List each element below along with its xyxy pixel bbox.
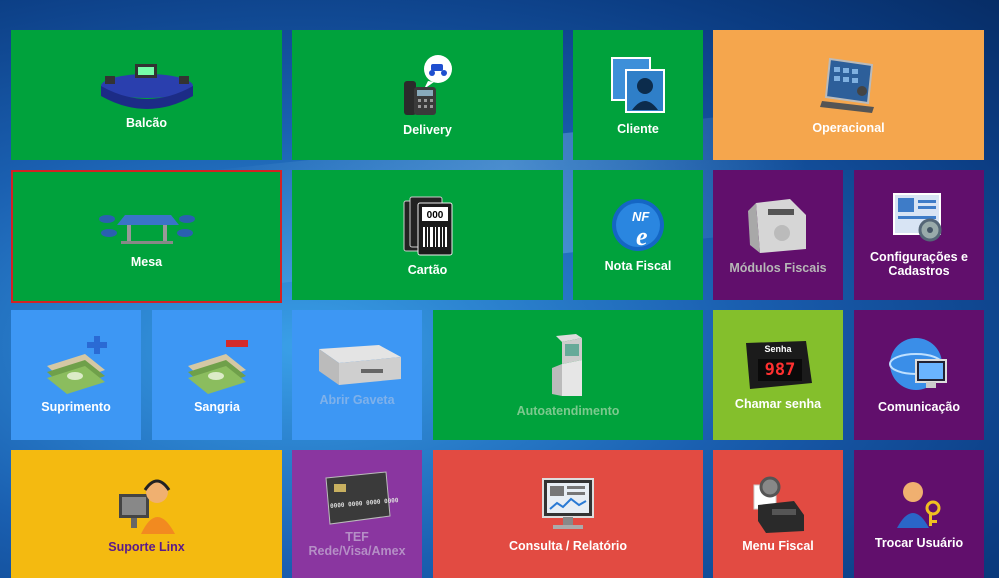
tile-suprimento[interactable]: Suprimento (11, 310, 141, 440)
table-icon (97, 205, 197, 249)
support-agent-icon (115, 474, 179, 534)
svg-text:000: 000 (426, 210, 443, 221)
tile-autoatendimento[interactable]: Autoatendimento (433, 310, 703, 440)
fiscal-printer-icon (746, 195, 810, 255)
tile-modulos-fiscais[interactable]: Módulos Fiscais (713, 170, 843, 300)
tile-delivery[interactable]: Delivery (292, 30, 563, 160)
tile-label: Consulta / Relatório (508, 539, 628, 553)
tile-abrir-gaveta[interactable]: Abrir Gaveta (292, 310, 422, 440)
tile-comunicacao[interactable]: Comunicação (854, 310, 984, 440)
tile-label-line2: Cadastros (888, 264, 950, 278)
credit-card-icon: 0000 0000 0000 0000 (320, 470, 399, 528)
tile-label: Menu Fiscal (742, 539, 814, 553)
tile-label: TEF Rede/Visa/Amex (308, 530, 405, 558)
tile-label: Suporte Linx (108, 540, 185, 554)
tile-nota-fiscal[interactable]: NF e Nota Fiscal (573, 170, 703, 300)
tile-label: Suprimento (41, 400, 111, 414)
svg-text:e: e (636, 222, 648, 251)
settings-screen-icon (892, 192, 946, 244)
counter-icon (97, 60, 197, 110)
tile-label: Módulos Fiscais (729, 261, 827, 275)
globe-monitor-icon (888, 336, 950, 394)
barcode-cards-icon: 000 (400, 193, 456, 257)
tile-tef[interactable]: 0000 0000 0000 0000 TEF Rede/Visa/Amex (292, 450, 422, 578)
tile-label-line2: Rede/Visa/Amex (308, 544, 406, 558)
tile-label: Trocar Usuário (874, 536, 964, 550)
tile-operacional[interactable]: Operacional (713, 30, 984, 160)
tile-mesa[interactable]: Mesa (11, 170, 282, 303)
display-number: 987 (764, 360, 796, 380)
tile-consulta-relatorio[interactable]: Consulta / Relatório (433, 450, 703, 578)
tile-cliente[interactable]: Cliente (573, 30, 703, 160)
tile-label: Cliente (617, 122, 659, 136)
money-plus-icon (41, 336, 111, 394)
nfe-icon: NF e (610, 197, 666, 253)
tile-menu-fiscal[interactable]: Menu Fiscal (713, 450, 843, 578)
tile-label-line1: TEF (345, 530, 369, 544)
fiscal-menu-icon (748, 475, 808, 533)
tile-label: Configurações e Cadastros (870, 250, 968, 278)
tile-label: Balcão (126, 116, 167, 130)
tile-label: Nota Fiscal (604, 259, 672, 273)
cash-drawer-icon (309, 343, 405, 387)
tile-chamar-senha[interactable]: Senha 987 Chamar senha (713, 310, 843, 440)
tile-label: Sangria (194, 400, 240, 414)
tile-cartao[interactable]: 000 Cartão (292, 170, 563, 300)
tile-sangria[interactable]: Sangria (152, 310, 282, 440)
client-cards-icon (608, 54, 668, 116)
tile-label: Mesa (130, 254, 163, 269)
tile-label-line1: Configurações e (870, 250, 968, 264)
tile-label: Delivery (403, 123, 452, 137)
tile-configuracoes-cadastros[interactable]: Configurações e Cadastros (854, 170, 984, 300)
kiosk-icon (548, 332, 588, 398)
tile-label: Abrir Gaveta (319, 393, 395, 407)
tile-balcao[interactable]: Balcão (11, 30, 282, 160)
tile-suporte-linx[interactable]: Suporte Linx (11, 450, 282, 578)
tile-label: Chamar senha (734, 397, 822, 411)
tile-label: Autoatendimento (516, 404, 620, 418)
control-panel-icon (814, 55, 884, 115)
tile-label: Operacional (812, 121, 885, 135)
tile-label: Cartão (407, 263, 448, 277)
ticket-display-icon: Senha 987 (742, 339, 814, 391)
tile-trocar-usuario[interactable]: Trocar Usuário (854, 450, 984, 578)
display-title: Senha (764, 344, 792, 354)
money-minus-icon (182, 336, 252, 394)
tile-label: Comunicação (878, 400, 960, 414)
report-monitor-icon (539, 475, 597, 533)
phone-delivery-icon (398, 53, 458, 117)
user-key-icon (893, 478, 945, 530)
